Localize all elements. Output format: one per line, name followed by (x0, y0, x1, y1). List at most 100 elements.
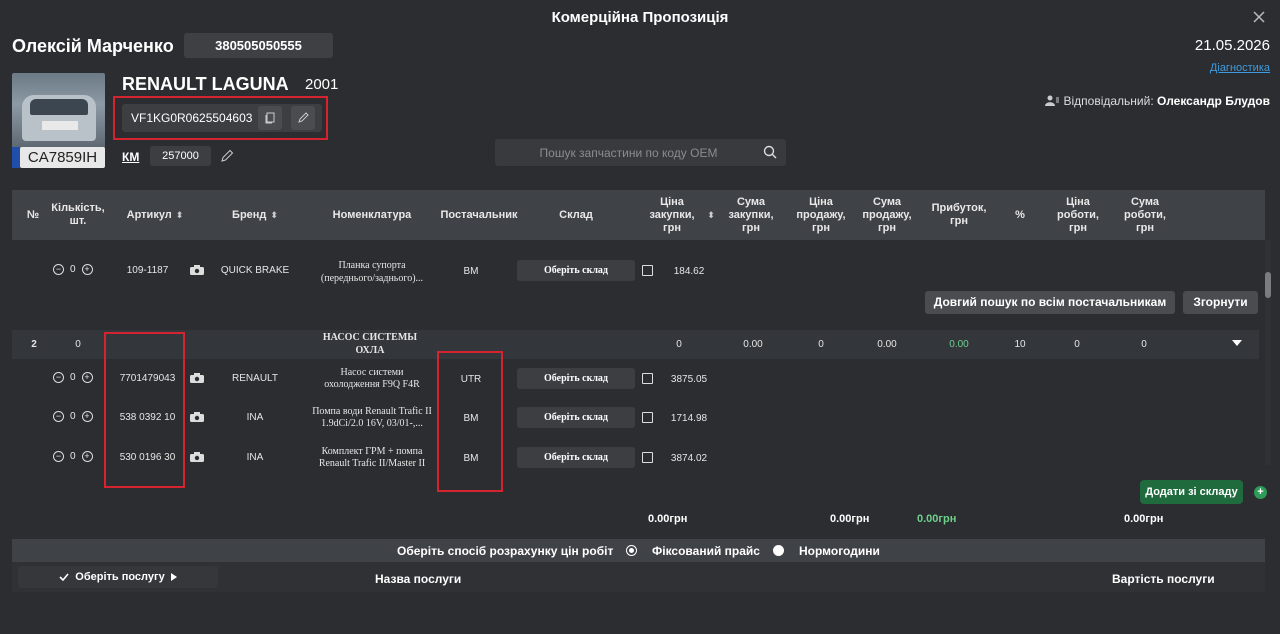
customer-phone[interactable]: 380505050555 (184, 33, 333, 58)
total-sale: 0.00грн (830, 513, 870, 525)
camera-icon[interactable] (190, 373, 204, 383)
qty-stepper: −0 + (53, 372, 93, 383)
group-work-sum: 0 (1141, 339, 1147, 350)
group-purchase-sum: 0.00 (743, 339, 763, 350)
plus-icon[interactable]: + (81, 451, 93, 462)
customer-name: Олексій Марченко (12, 36, 174, 56)
col-brand[interactable]: Бренд ⬍ (210, 190, 300, 240)
service-cost-header: Вартість послуги (1112, 572, 1215, 586)
select-warehouse-button[interactable]: Оберіть склад (517, 368, 635, 389)
add-circle-icon[interactable]: + (1254, 486, 1267, 499)
work-calc-label: Оберіть спосіб розрахунку цін робіт (397, 544, 614, 558)
col-warehouse: Склад (559, 208, 593, 221)
group-purchase-price: 0 (676, 339, 682, 350)
brand: INA (246, 452, 264, 463)
qty-value: 0 (70, 451, 76, 462)
car-year: 2001 (305, 76, 339, 93)
option-fixed-label[interactable]: Фіксований прайс (652, 544, 760, 558)
camera-icon[interactable] (190, 265, 204, 275)
work-calc-bar: Оберіть спосіб розрахунку цін робіт Фікс… (12, 539, 1265, 562)
radio-norm-hours[interactable] (773, 545, 784, 556)
item-checkbox[interactable] (642, 373, 653, 384)
nomenclature: Насос системи охолодження F9Q F4R (324, 367, 420, 390)
col-article[interactable]: Артикул ⬍ (110, 190, 200, 240)
nomenclature: Комплект ГРМ + помпа Renault Trafic II/M… (318, 446, 426, 469)
select-service-label: Оберіть послугу (75, 571, 165, 583)
oem-search (495, 139, 786, 166)
plus-icon[interactable]: + (81, 372, 93, 383)
radio-fixed-price[interactable] (626, 545, 637, 556)
plus-icon[interactable]: + (81, 264, 93, 275)
camera-icon[interactable] (190, 452, 204, 462)
minus-icon[interactable]: − (53, 264, 64, 275)
window-title: Комерційна Пропозиція (551, 9, 729, 26)
license-plate: CA7859IH (20, 147, 105, 168)
diagnostics-link[interactable]: Діагностика (1160, 62, 1270, 74)
collapse-button[interactable]: Згорнути (1183, 291, 1258, 314)
qty-stepper: −0 + (53, 411, 93, 422)
plus-icon[interactable]: + (81, 411, 93, 422)
price: 1714.98 (670, 413, 708, 424)
caret-right-icon (170, 573, 177, 581)
select-warehouse-button[interactable]: Оберіть склад (517, 447, 635, 468)
minus-icon[interactable]: − (53, 451, 64, 462)
brand: RENAULT (232, 373, 278, 384)
supplier: BM (463, 266, 479, 277)
sort-icon: ⬍ (175, 209, 184, 220)
group-qty: 0 (75, 339, 81, 350)
col-percent: % (1015, 208, 1025, 221)
user-icon (1045, 95, 1060, 106)
option-norm-label[interactable]: Нормогодини (799, 544, 880, 558)
km-value[interactable]: 257000 (150, 146, 211, 166)
responsible: Відповідальний: Олександр Блудов (1040, 94, 1270, 108)
item-checkbox[interactable] (642, 265, 653, 276)
supplier-highlight (437, 351, 503, 492)
article-highlight (104, 332, 185, 488)
col-sale-price: Ціна продажу, грн (796, 195, 846, 234)
service-name-header: Назва послуги (375, 572, 462, 586)
sort-icon: ⬍ (270, 209, 278, 220)
select-service-button[interactable]: Оберіть послугу (18, 566, 218, 588)
camera-icon[interactable] (190, 412, 204, 422)
group-sale-sum: 0.00 (877, 339, 897, 350)
close-icon[interactable] (1250, 8, 1268, 26)
check-icon (59, 573, 69, 581)
group-name: НАСОС СИСТЕМЫ ОХЛА (322, 332, 418, 356)
article: 109-1187 (126, 265, 169, 276)
sort-icon[interactable]: ⬍ (704, 190, 718, 240)
responsible-label: Відповідальний: (1063, 94, 1154, 108)
long-search-button[interactable]: Довгий пошук по всім постачальникам (925, 291, 1175, 314)
total-profit: 0.00грн (917, 513, 957, 525)
qty-value: 0 (70, 411, 76, 422)
col-purchase-sum: Сума закупки, грн (728, 195, 774, 234)
price: 3875.05 (670, 374, 708, 385)
minus-icon[interactable]: − (53, 372, 64, 383)
qty-stepper: −0 + (53, 451, 93, 462)
minus-icon[interactable]: − (53, 411, 64, 422)
responsible-name: Олександр Блудов (1157, 94, 1270, 108)
vin-highlight (113, 96, 328, 140)
car-model: RENAULT LAGUNA (122, 74, 289, 94)
qty-stepper: −0 + (53, 264, 93, 275)
add-from-warehouse-button[interactable]: Додати зі складу (1140, 480, 1243, 504)
search-icon[interactable] (763, 145, 778, 160)
col-supplier: Постачальник (440, 208, 518, 221)
brand: INA (246, 412, 264, 423)
parts-table-header: № Кількість, шт. Артикул ⬍ Бренд ⬍ Номенкл… (12, 190, 1265, 240)
col-purchase-price: Ціна закупки, грн (649, 195, 695, 234)
col-work-price: Ціна роботи, грн (1057, 195, 1099, 234)
oem-search-input[interactable] (495, 139, 750, 166)
pencil-icon[interactable] (220, 149, 234, 163)
col-article-label: Артикул (126, 208, 172, 221)
item-checkbox[interactable] (642, 452, 653, 463)
group-percent: 10 (1014, 339, 1026, 350)
price: 184.62 (673, 266, 705, 277)
col-work-sum: Сума роботи, грн (1124, 195, 1166, 234)
scrollbar-thumb[interactable] (1265, 272, 1271, 298)
select-warehouse-button[interactable]: Оберіть склад (517, 260, 635, 281)
group-work-price: 0 (1074, 339, 1080, 350)
item-checkbox[interactable] (642, 412, 653, 423)
nomenclature: Планка супорта (переднього/заднього)... (320, 260, 424, 284)
select-warehouse-button[interactable]: Оберіть склад (517, 407, 635, 428)
chevron-down-icon[interactable] (1231, 339, 1243, 347)
